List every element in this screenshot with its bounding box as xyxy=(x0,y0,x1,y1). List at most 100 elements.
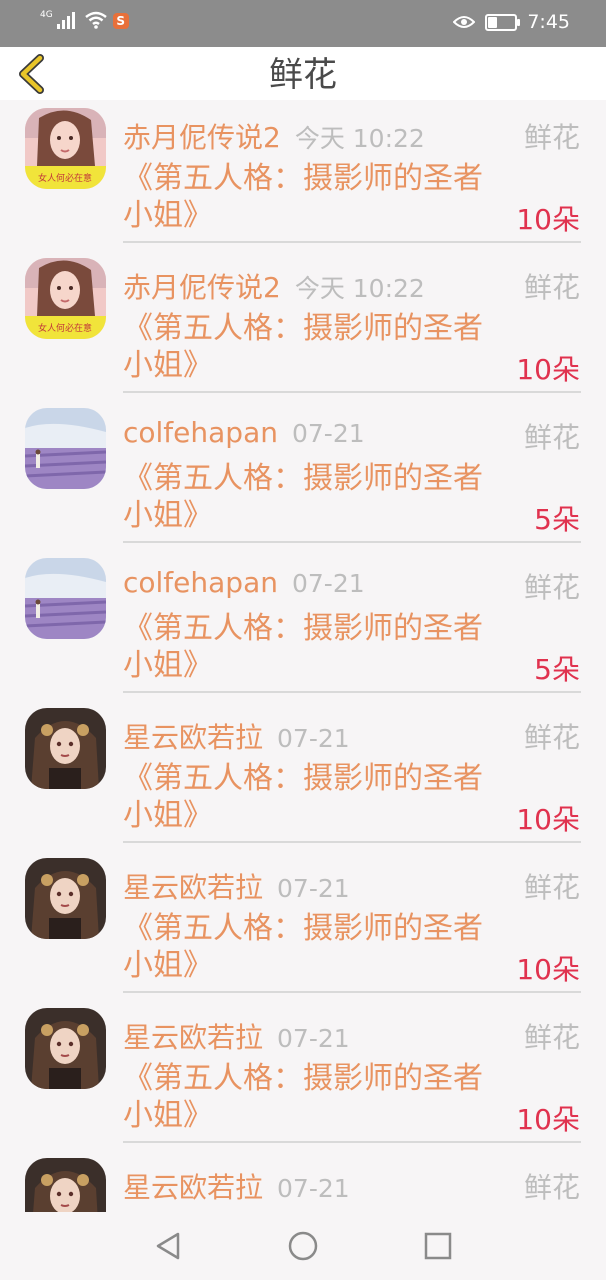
sender-name: 星云欧若拉 07-21 xyxy=(123,1166,350,1206)
sender-name-text: 星云欧若拉 xyxy=(123,721,264,754)
sender-name-text: colfehapan xyxy=(123,416,278,449)
book-title: 《第五人格：摄影师的圣者小姐》 xyxy=(123,1061,483,1133)
book-title: 《第五人格：摄影师的圣者小姐》 xyxy=(123,311,483,383)
flower-count: 5朵 xyxy=(534,653,580,686)
list-item[interactable]: colfehapan 07-21 鲜花 《第五人格：摄影师的圣者小姐》 5朵 xyxy=(0,550,606,700)
sender-name-text: 赤月伲传说2 xyxy=(123,121,281,154)
sender-name: 星云欧若拉 07-21 xyxy=(123,866,350,906)
user-avatar[interactable] xyxy=(25,558,106,639)
list-item[interactable]: 星云欧若拉 07-21 鲜花 《第五人格：摄影师的圣者小姐》 10朵 xyxy=(0,700,606,850)
avatar-girl-photo: 女人何必在意 xyxy=(25,108,106,189)
avatar-anime-lady xyxy=(25,708,106,789)
wifi-icon xyxy=(84,11,107,29)
send-time: 今天 10:22 xyxy=(294,124,425,153)
sender-name: 赤月伲传说2 今天 10:22 xyxy=(123,266,425,306)
avatar-anime-lady xyxy=(25,858,106,939)
book-title: 《第五人格：摄影师的圣者小姐》 xyxy=(123,461,483,533)
send-time: 07-21 xyxy=(277,1174,350,1203)
gift-type: 鲜花 xyxy=(523,571,580,604)
book-title: 《第五人格：摄影师的圣者小姐》 xyxy=(123,611,483,683)
sender-name: colfehapan 07-21 xyxy=(123,416,365,449)
page-title: 鲜花 xyxy=(269,55,337,95)
book-title: 《第五人格：摄影师的圣者小姐》 xyxy=(123,161,483,233)
sender-name-text: 星云欧若拉 xyxy=(123,1171,264,1204)
gift-type: 鲜花 xyxy=(523,421,580,454)
send-time: 07-21 xyxy=(277,724,350,753)
nav-home-button[interactable] xyxy=(287,1230,319,1262)
book-title: 《第五人格：摄影师的圣者小姐》 xyxy=(123,911,483,983)
send-time: 今天 10:22 xyxy=(294,274,425,303)
back-triangle-icon xyxy=(156,1232,180,1260)
battery-icon xyxy=(485,13,521,31)
avatar-girl-photo: 女人何必在意 xyxy=(25,258,106,339)
gift-type: 鲜花 xyxy=(523,121,580,154)
divider xyxy=(123,1141,581,1143)
flower-count: 10朵 xyxy=(516,803,580,836)
sender-name: 赤月伲传说2 今天 10:22 xyxy=(123,116,425,156)
gift-type: 鲜花 xyxy=(523,1171,580,1204)
send-time: 07-21 xyxy=(291,569,365,598)
signal-icon xyxy=(56,12,75,29)
recents-square-icon xyxy=(424,1232,452,1260)
avatar-lavender-field xyxy=(25,558,106,639)
sender-name: 星云欧若拉 07-21 xyxy=(123,716,350,756)
book-title: 《第五人格：摄影师的圣者小姐》 xyxy=(123,761,483,833)
sender-name: colfehapan 07-21 xyxy=(123,566,365,599)
divider xyxy=(123,991,581,993)
avatar-anime-lady xyxy=(25,1008,106,1089)
divider xyxy=(123,841,581,843)
status-bar: 4G S 7:45 xyxy=(0,0,606,47)
user-avatar[interactable] xyxy=(25,1008,106,1089)
user-avatar[interactable] xyxy=(25,708,106,789)
user-avatar[interactable] xyxy=(25,408,106,489)
gift-type: 鲜花 xyxy=(523,871,580,904)
avatar-anime-lady xyxy=(25,1158,106,1212)
nav-recents-button[interactable] xyxy=(422,1230,454,1262)
battery-level xyxy=(488,16,498,28)
app-notification-icon: S xyxy=(112,13,129,29)
list-item[interactable]: colfehapan 07-21 鲜花 《第五人格：摄影师的圣者小姐》 5朵 xyxy=(0,400,606,550)
divider xyxy=(123,541,581,543)
gift-type: 鲜花 xyxy=(523,1021,580,1054)
list-item[interactable]: 女人何必在意 赤月伲传说2 今天 10:22 鲜花 《第五人格：摄影师的圣者小姐》… xyxy=(0,100,606,250)
system-nav-bar xyxy=(0,1212,606,1280)
flower-count: 10朵 xyxy=(516,953,580,986)
divider xyxy=(123,391,581,393)
gift-type: 鲜花 xyxy=(523,721,580,754)
divider xyxy=(123,691,581,693)
nav-back-button[interactable] xyxy=(152,1230,184,1262)
eye-icon xyxy=(453,16,476,28)
sender-name-text: colfehapan xyxy=(123,566,278,599)
home-circle-icon xyxy=(288,1231,318,1261)
flower-count: 10朵 xyxy=(516,353,580,386)
avatar-caption: 女人何必在意 xyxy=(38,172,92,184)
user-avatar[interactable] xyxy=(25,1158,106,1212)
divider xyxy=(123,241,581,243)
clock: 7:45 xyxy=(527,11,570,33)
status-left: 4G S xyxy=(40,11,129,29)
sender-name: 星云欧若拉 07-21 xyxy=(123,1016,350,1056)
network-type: 4G xyxy=(40,10,53,20)
flower-count: 10朵 xyxy=(516,1103,580,1136)
status-right: 7:45 xyxy=(453,11,570,33)
user-avatar[interactable] xyxy=(25,858,106,939)
user-avatar[interactable]: 女人何必在意 xyxy=(25,258,106,339)
list-item[interactable]: 女人何必在意 赤月伲传说2 今天 10:22 鲜花 《第五人格：摄影师的圣者小姐》… xyxy=(0,250,606,400)
sender-name-text: 赤月伲传说2 xyxy=(123,271,281,304)
gift-type: 鲜花 xyxy=(523,271,580,304)
avatar-lavender-field xyxy=(25,408,106,489)
list-item[interactable]: 星云欧若拉 07-21 鲜花 《第五人格：摄影师的圣者小姐》 10朵 xyxy=(0,1000,606,1150)
user-avatar[interactable]: 女人何必在意 xyxy=(25,108,106,189)
flower-count: 5朵 xyxy=(534,503,580,536)
send-time: 07-21 xyxy=(277,1024,350,1053)
flower-count: 10朵 xyxy=(516,203,580,236)
list-item[interactable]: 星云欧若拉 07-21 鲜花 xyxy=(0,1150,606,1212)
send-time: 07-21 xyxy=(291,419,365,448)
flower-record-list[interactable]: 女人何必在意 赤月伲传说2 今天 10:22 鲜花 《第五人格：摄影师的圣者小姐》… xyxy=(0,100,606,1212)
app-header: 鲜花 xyxy=(0,47,606,100)
avatar-caption: 女人何必在意 xyxy=(38,322,92,334)
sender-name-text: 星云欧若拉 xyxy=(123,1021,264,1054)
list-item[interactable]: 星云欧若拉 07-21 鲜花 《第五人格：摄影师的圣者小姐》 10朵 xyxy=(0,850,606,1000)
sender-name-text: 星云欧若拉 xyxy=(123,871,264,904)
send-time: 07-21 xyxy=(277,874,350,903)
